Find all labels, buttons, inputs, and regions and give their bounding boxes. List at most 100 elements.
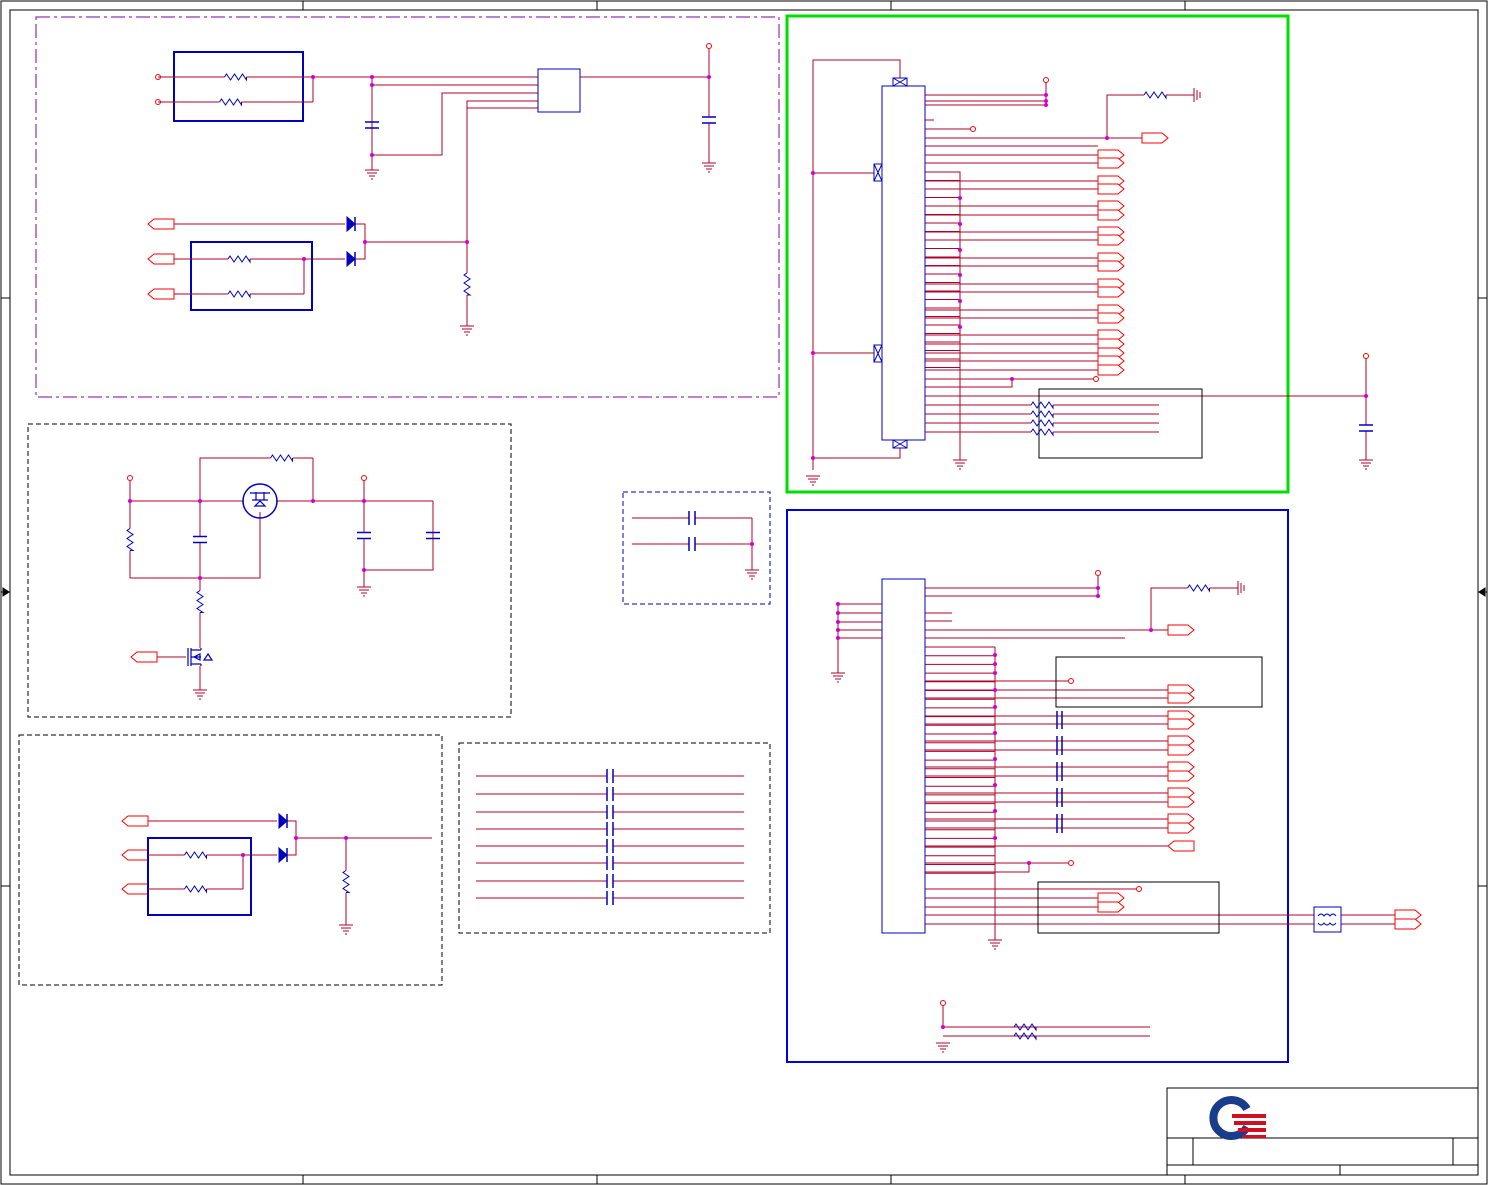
resistor-body — [1030, 428, 1054, 437]
capacitor-icon — [1056, 711, 1063, 729]
capacitor-icon — [1056, 736, 1063, 755]
resistor-body — [1030, 410, 1054, 419]
ground-icon — [806, 475, 820, 486]
net-junction-dot — [363, 240, 367, 244]
offpage-port-icon — [1097, 364, 1125, 376]
net-junction-dot — [993, 731, 997, 735]
offpage-port-icon — [1097, 157, 1125, 169]
net-junction-dot — [811, 171, 815, 175]
resistor-body — [184, 851, 207, 860]
wire — [942, 1003, 1150, 1028]
net-junction-dot — [707, 75, 711, 79]
offpage-port-icon — [1167, 822, 1195, 834]
offpage-port-icon — [130, 651, 158, 663]
ground-icon — [936, 1042, 950, 1053]
lcd-connector-section — [785, 14, 1290, 494]
schematic-canvas — [0, 0, 1488, 1185]
capacitor-icon — [1359, 396, 1373, 460]
offpage-port-icon — [121, 883, 149, 895]
net-junction-dot — [1364, 394, 1368, 398]
capacitor-icon — [476, 805, 744, 819]
net-junction-dot — [993, 688, 997, 692]
ground-icon — [193, 689, 207, 700]
mosfet-symbol — [250, 492, 270, 507]
lvds-note-outline — [1055, 656, 1263, 708]
net-junction-dot — [370, 153, 374, 157]
net-junction-dot — [362, 499, 366, 503]
net-junction-dot — [302, 257, 306, 261]
schematic-parts — [121, 43, 1422, 1053]
net-junction-dot — [1105, 136, 1109, 140]
offpage-port-icon — [1167, 718, 1195, 730]
offpage-port-icon — [1167, 796, 1195, 808]
capacitor-icon — [476, 769, 744, 783]
capacitor-icon — [632, 537, 752, 551]
capacitor-icon — [702, 77, 716, 163]
resistor-body — [342, 870, 351, 893]
mosfet-switch-block — [27, 423, 512, 718]
net-junction-dot — [941, 1025, 945, 1029]
offpage-port-icon — [1097, 260, 1125, 272]
ground-icon — [1193, 88, 1201, 102]
net-junction-dot — [1044, 99, 1048, 103]
connector-icon — [892, 77, 908, 87]
net-junction-dot — [958, 299, 962, 303]
diode-icon — [346, 250, 356, 268]
net-junction-dot — [993, 836, 997, 840]
mosfet-symbol — [187, 648, 214, 666]
net-junction-dot — [836, 620, 840, 624]
choke-outline — [1313, 906, 1342, 933]
schematic-wires — [129, 46, 1395, 1037]
resistor-body — [184, 885, 207, 894]
resistor-icon — [158, 98, 303, 107]
net-junction-dot — [1044, 103, 1048, 107]
diode-body — [278, 846, 288, 864]
net-junction-dot — [344, 836, 348, 840]
resistor-icon — [126, 501, 135, 578]
net-junction-dot — [198, 576, 202, 580]
offpage-port-icon — [1167, 840, 1195, 852]
diode-icon — [278, 846, 288, 864]
connector-icon — [873, 344, 883, 363]
title-block — [1166, 1087, 1479, 1176]
resistor-icon — [342, 838, 351, 925]
ground-icon — [460, 325, 474, 336]
diode-body — [346, 215, 356, 233]
offpage-port-icon — [1097, 209, 1125, 221]
resistor-body — [463, 272, 472, 296]
power-pin-icon — [127, 475, 133, 481]
ground-icon — [953, 459, 967, 470]
power-pin-icon — [1136, 886, 1142, 892]
capacitor-icon — [476, 787, 744, 801]
resistor-icon — [196, 578, 205, 625]
net-junction-dot — [465, 240, 469, 244]
wire — [466, 100, 538, 242]
power-pin-icon — [1093, 376, 1099, 382]
power-pin-icon — [1068, 860, 1074, 866]
resistor-body — [224, 73, 247, 82]
power-pin-icon — [970, 126, 976, 132]
ground-icon — [702, 162, 716, 173]
ground-icon — [745, 569, 759, 580]
offpage-port-icon — [1097, 286, 1125, 298]
net-junction-dot — [811, 351, 815, 355]
net-junction-dot — [198, 499, 202, 503]
wire — [812, 59, 901, 470]
offpage-port-icon — [1167, 692, 1195, 704]
net-junction-dot — [958, 196, 962, 200]
wire — [1106, 94, 1140, 138]
resistor-icon — [148, 885, 243, 894]
capacitor-icon — [476, 891, 744, 905]
offpage-port-icon — [1167, 744, 1195, 756]
power-pin-icon — [1095, 570, 1101, 576]
sheet-frame — [0, 0, 1488, 1185]
net-junction-dot — [1149, 628, 1153, 632]
offpage-port-icon — [147, 218, 175, 230]
wire — [130, 512, 261, 579]
resistor-icon — [174, 255, 304, 264]
capacitor-array-block — [458, 742, 771, 934]
net-junction-dot — [993, 671, 997, 675]
net-junction-dot — [362, 568, 366, 572]
net-junction-dot — [958, 273, 962, 277]
capacitor-icon — [476, 856, 744, 870]
